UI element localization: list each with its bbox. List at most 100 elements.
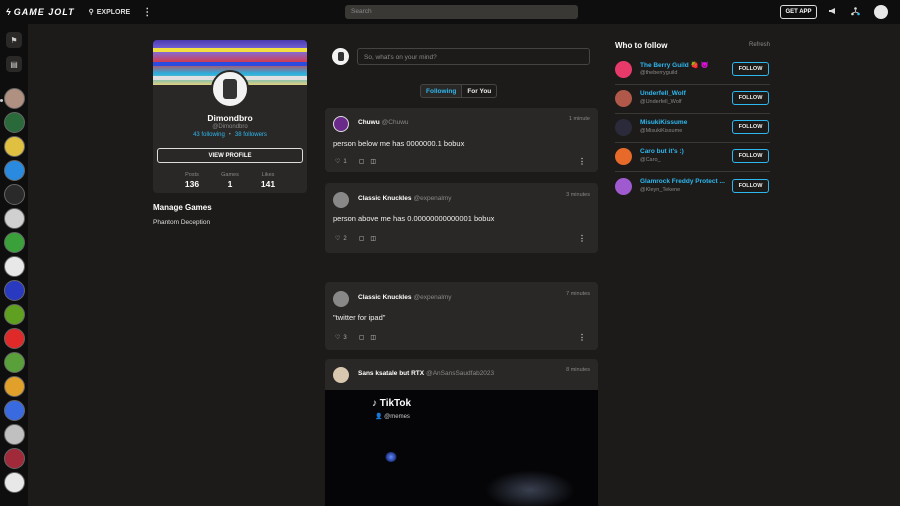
suggested-user-name[interactable]: MisukiKissume — [640, 119, 725, 126]
suggested-user: MisukiKissume @MisukiKissume FOLLOW — [615, 114, 770, 143]
suggested-user-handle: @Kleyn_Tekene — [640, 187, 681, 193]
suggested-user-handle: @Underfell_Wolf — [640, 99, 682, 105]
sticker-icon[interactable]: ◫ — [370, 158, 376, 165]
manage-game-item[interactable]: Phantom Deception — [153, 219, 210, 226]
community-icon[interactable] — [4, 112, 25, 133]
community-icon[interactable] — [4, 400, 25, 421]
following-link[interactable]: 43 following — [193, 132, 225, 138]
suggested-user-avatar[interactable] — [615, 61, 632, 78]
more-menu-icon[interactable]: ⋮ — [142, 7, 152, 18]
community-icon[interactable] — [4, 256, 25, 277]
video-light — [385, 452, 397, 462]
sticker-icon[interactable]: ◫ — [370, 235, 376, 242]
suggested-user-name[interactable]: The Berry Guild 🍓 😈 — [640, 61, 725, 69]
post-more-icon[interactable]: ⋮ — [578, 234, 586, 243]
follow-counts: 43 following • 38 followers — [193, 132, 267, 138]
suggested-user-avatar[interactable] — [615, 148, 632, 165]
suggested-user: Caro but it's :) @Caro_ FOLLOW — [615, 143, 770, 172]
suggested-user-name[interactable]: Underfell_Wolf — [640, 90, 725, 97]
sticker-icon[interactable]: ◫ — [370, 334, 376, 341]
unread-dot — [0, 99, 3, 102]
community-icon[interactable] — [4, 184, 25, 205]
like-icon[interactable]: ♡ — [335, 334, 340, 341]
community-icon[interactable] — [4, 280, 25, 301]
refresh-link[interactable]: Refresh — [749, 42, 770, 48]
post-author-avatar[interactable] — [333, 291, 349, 307]
left-rail: ⚑ ▤ — [0, 24, 28, 506]
search-input[interactable]: Search — [345, 5, 578, 19]
stat-games: Games 1 — [221, 172, 239, 189]
follow-button[interactable]: FOLLOW — [732, 120, 769, 134]
feed-tabs: Following For You — [420, 84, 498, 98]
suggested-user-handle: @Caro_ — [640, 157, 661, 163]
explore-link[interactable]: ⚲ EXPLORE — [89, 8, 131, 17]
comment-icon[interactable]: ▢ — [359, 235, 365, 242]
feed-post[interactable]: Classic Knuckles @expenalmy 7 minutes "tw… — [325, 282, 598, 350]
suggested-user-avatar[interactable] — [615, 119, 632, 136]
user-avatar[interactable] — [874, 5, 888, 19]
like-count: 3 — [343, 334, 347, 341]
library-icon[interactable]: ▤ — [6, 56, 22, 72]
comment-icon[interactable]: ▢ — [359, 158, 365, 165]
community-icon[interactable] — [4, 304, 25, 325]
activity-icon[interactable] — [851, 7, 860, 16]
follow-button[interactable]: FOLLOW — [732, 62, 769, 76]
home-icon[interactable]: ⚑ — [6, 32, 22, 48]
get-app-button[interactable]: GET APP — [780, 5, 817, 19]
follow-button[interactable]: FOLLOW — [732, 179, 769, 193]
explore-label: EXPLORE — [96, 8, 131, 16]
like-icon[interactable]: ♡ — [335, 158, 340, 165]
community-icon[interactable] — [4, 136, 25, 157]
profile-name[interactable]: Dimondbro — [153, 113, 307, 123]
post-more-icon[interactable]: ⋮ — [578, 157, 586, 166]
post-author[interactable]: Sans ksatale but RTX @AnSansSaudfab2023 — [358, 370, 494, 377]
post-video[interactable]: ♪ TikTok 👤 @memes — [325, 390, 598, 506]
post-author-avatar[interactable] — [333, 192, 349, 208]
community-icon[interactable] — [4, 448, 25, 469]
post-author[interactable]: Chuwu @Chuwu — [358, 119, 409, 126]
profile-stats: Posts 136 Games 1 Likes 141 — [153, 172, 307, 189]
video-handle: 👤 @memes — [375, 414, 410, 420]
suggested-user-handle: @MisukiKissume — [640, 128, 683, 134]
logo-text: GAME JOLT — [13, 7, 75, 17]
profile-avatar[interactable] — [211, 70, 249, 108]
followers-link[interactable]: 38 followers — [235, 132, 267, 138]
like-icon[interactable]: ♡ — [335, 235, 340, 242]
feed-post[interactable]: Chuwu @Chuwu 1 minute person below me has… — [325, 108, 598, 172]
feed-post[interactable]: Classic Knuckles @expenalmy 3 minutes per… — [325, 183, 598, 253]
post-author[interactable]: Classic Knuckles @expenalmy — [358, 195, 452, 202]
view-profile-button[interactable]: VIEW PROFILE — [157, 148, 303, 163]
follow-button[interactable]: FOLLOW — [732, 91, 769, 105]
suggested-user-name[interactable]: Caro but it's :) — [640, 148, 725, 155]
community-icon[interactable] — [4, 352, 25, 373]
community-icon[interactable] — [4, 88, 25, 109]
community-icon[interactable] — [4, 376, 25, 397]
suggested-user-avatar[interactable] — [615, 90, 632, 107]
megaphone-icon[interactable] — [828, 7, 837, 15]
post-composer-input[interactable]: So, what's on your mind? — [357, 48, 590, 65]
stat-posts: Posts 136 — [184, 172, 200, 189]
community-icon[interactable] — [4, 208, 25, 229]
community-icon[interactable] — [4, 424, 25, 445]
community-icon[interactable] — [4, 328, 25, 349]
feed-post[interactable]: Sans ksatale but RTX @AnSansSaudfab2023 8… — [325, 359, 598, 506]
community-icon[interactable] — [4, 160, 25, 181]
follow-button[interactable]: FOLLOW — [732, 149, 769, 163]
suggested-user: The Berry Guild 🍓 😈 @theberryguild FOLLO… — [615, 56, 770, 85]
suggested-user-avatar[interactable] — [615, 178, 632, 195]
post-time: 1 minute — [568, 116, 590, 122]
post-time: 8 minutes — [566, 367, 590, 373]
suggested-user-name[interactable]: Glamrock Freddy Protect ... — [640, 178, 725, 185]
post-author[interactable]: Classic Knuckles @expenalmy — [358, 294, 452, 301]
community-icon[interactable] — [4, 232, 25, 253]
post-more-icon[interactable]: ⋮ — [578, 333, 586, 342]
tab-for-you[interactable]: For You — [462, 84, 498, 98]
tab-following[interactable]: Following — [420, 84, 463, 98]
post-author-avatar[interactable] — [333, 116, 349, 132]
community-icon[interactable] — [4, 472, 25, 493]
profile-card: Dimondbro @Dimondbro 43 following • 38 fol… — [153, 40, 307, 193]
post-body: "twitter for ipad" — [333, 313, 386, 322]
game-jolt-logo[interactable]: ϟ GAME JOLT — [6, 7, 75, 17]
post-author-avatar[interactable] — [333, 367, 349, 383]
comment-icon[interactable]: ▢ — [359, 334, 365, 341]
